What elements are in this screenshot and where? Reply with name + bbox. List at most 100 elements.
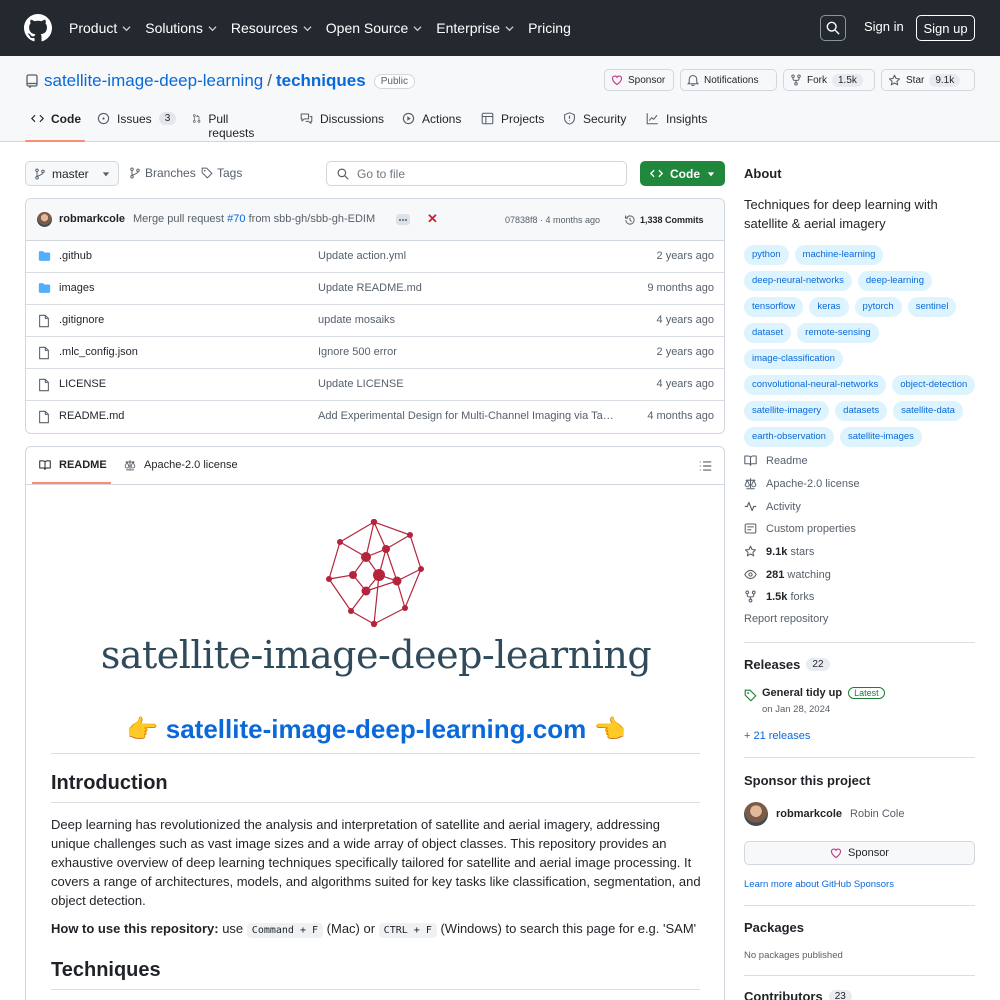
website-link-text[interactable]: satellite-image-deep-learning.com: [166, 714, 586, 744]
table-row[interactable]: .github Update action.yml 2 years ago: [26, 241, 724, 273]
nav-label: Product: [69, 20, 118, 36]
tab-license[interactable]: Apache-2.0 license: [124, 459, 238, 471]
notifications-button[interactable]: Notifications: [680, 69, 777, 91]
chevron-down-icon: [303, 25, 312, 31]
topic-tag[interactable]: remote-sensing: [797, 323, 879, 343]
file-commit-message[interactable]: Add Experimental Design for Multi-Channe…: [318, 410, 618, 422]
nav-pricing[interactable]: Pricing: [528, 20, 571, 36]
tab-actions[interactable]: Actions: [402, 112, 461, 142]
file-name-link[interactable]: images: [59, 282, 94, 294]
law-icon: [744, 478, 757, 490]
repo-name-link[interactable]: techniques: [276, 71, 366, 91]
branch-selector[interactable]: master: [25, 161, 119, 186]
topic-tag[interactable]: convolutional-neural-networks: [744, 375, 887, 395]
avatar[interactable]: [37, 212, 52, 227]
nav-resources[interactable]: Resources: [231, 20, 312, 36]
topic-tag[interactable]: image-classification: [744, 349, 843, 369]
table-row[interactable]: images Update README.md 9 months ago: [26, 273, 724, 305]
topic-tag[interactable]: satellite-images: [839, 427, 922, 447]
outline-menu-icon[interactable]: [699, 460, 712, 472]
sponsor-button[interactable]: Sponsor: [604, 69, 674, 91]
learn-sponsors-link[interactable]: Learn more about GitHub Sponsors: [744, 879, 894, 890]
file-name-link[interactable]: LICENSE: [59, 378, 106, 390]
report-repository-link[interactable]: Report repository: [744, 613, 828, 625]
more-releases-link[interactable]: + 21 releases: [744, 730, 810, 742]
tab-pull-requests[interactable]: Pull requests: [192, 112, 258, 142]
tab-issues[interactable]: Issues 3: [97, 112, 177, 142]
topic-tag[interactable]: datasets: [835, 401, 888, 421]
license-link[interactable]: Apache-2.0 license: [744, 477, 860, 490]
website-link[interactable]: 👉 satellite-image-deep-learning.com 👈: [26, 714, 724, 745]
file-commit-message[interactable]: Ignore 500 error: [318, 346, 618, 358]
expand-commit-button[interactable]: [396, 214, 410, 225]
topic-tag[interactable]: satellite-imagery: [744, 401, 830, 421]
file-commit-message[interactable]: Update action.yml: [318, 250, 618, 262]
commit-message[interactable]: Merge pull request #70 from sbb-gh/sbb-g…: [133, 213, 375, 225]
readme-link[interactable]: Readme: [744, 454, 808, 467]
topic-tag[interactable]: tensorflow: [744, 297, 804, 317]
file-name-link[interactable]: .mlc_config.json: [59, 346, 138, 358]
topic-tag[interactable]: dataset: [744, 323, 792, 343]
table-row[interactable]: README.md Add Experimental Design for Mul…: [26, 401, 724, 433]
stars-link[interactable]: 9.1k stars: [744, 545, 814, 558]
file-name-link[interactable]: .github: [59, 250, 92, 262]
watchers-link[interactable]: 281 watching: [744, 568, 831, 581]
tab-discussions[interactable]: Discussions: [300, 112, 384, 142]
topic-tag[interactable]: earth-observation: [744, 427, 834, 447]
contributors-heading[interactable]: Contributors 23: [744, 989, 852, 1000]
nav-enterprise[interactable]: Enterprise: [436, 20, 514, 36]
commit-pr-link[interactable]: #70: [227, 213, 245, 225]
search-icon: [826, 21, 840, 35]
table-row[interactable]: .mlc_config.json Ignore 500 error 2 years …: [26, 337, 724, 369]
star-button[interactable]: Star 9.1k: [881, 69, 975, 91]
commit-author[interactable]: robmarkcole: [59, 213, 125, 225]
github-logo-icon[interactable]: [24, 14, 52, 42]
table-row[interactable]: LICENSE Update LICENSE 4 years ago: [26, 369, 724, 401]
nav-solutions[interactable]: Solutions: [145, 20, 217, 36]
tags-link[interactable]: Tags: [201, 166, 242, 180]
tab-security[interactable]: Security: [563, 112, 626, 142]
nav-open-source[interactable]: Open Source: [326, 20, 423, 36]
file-commit-message[interactable]: Update README.md: [318, 282, 618, 294]
packages-heading[interactable]: Packages: [744, 920, 804, 935]
topic-tag[interactable]: python: [744, 245, 789, 265]
custom-properties-link[interactable]: Custom properties: [744, 522, 856, 535]
file-name-link[interactable]: .gitignore: [59, 314, 104, 326]
topic-tag[interactable]: keras: [809, 297, 849, 317]
file-name-link[interactable]: README.md: [59, 410, 124, 422]
tab-code[interactable]: Code: [31, 112, 81, 142]
sponsor-user[interactable]: robmarkcole Robin Cole: [744, 802, 904, 826]
topic-tag[interactable]: machine-learning: [794, 245, 884, 265]
file-commit-message[interactable]: update mosaiks: [318, 314, 618, 326]
branches-link[interactable]: Branches: [129, 166, 196, 180]
releases-heading[interactable]: Releases 22: [744, 657, 830, 672]
tab-insights[interactable]: Insights: [646, 112, 707, 142]
file-commit-message[interactable]: Update LICENSE: [318, 378, 618, 390]
code-dropdown-button[interactable]: Code: [640, 161, 725, 186]
topic-tag[interactable]: pytorch: [854, 297, 902, 317]
activity-link[interactable]: Activity: [744, 500, 801, 513]
commits-history-link[interactable]: 1,338 Commits: [624, 214, 704, 226]
search-button[interactable]: [820, 15, 846, 41]
topic-tag[interactable]: satellite-data: [893, 401, 963, 421]
commit-hash[interactable]: 07838f8 · 4 months ago: [505, 215, 600, 225]
sign-up-button[interactable]: Sign up: [916, 15, 975, 41]
repo-owner-link[interactable]: satellite-image-deep-learning: [44, 71, 263, 91]
watching-count: 281: [766, 568, 785, 581]
topic-tag[interactable]: deep-learning: [857, 271, 932, 291]
tab-projects[interactable]: Projects: [481, 112, 544, 142]
tab-readme[interactable]: README: [39, 459, 107, 471]
topic-tag[interactable]: sentinel: [907, 297, 957, 317]
commit-message-prefix: Merge pull request: [133, 213, 225, 225]
topic-tag[interactable]: object-detection: [892, 375, 976, 395]
about-heading: About: [744, 166, 782, 181]
topic-tag[interactable]: deep-neural-networks: [744, 271, 852, 291]
sponsor-project-button[interactable]: Sponsor: [744, 841, 975, 865]
sign-in-link[interactable]: Sign in: [864, 19, 904, 34]
go-to-file-input[interactable]: Go to file: [326, 161, 627, 186]
failed-check-icon[interactable]: ✕: [427, 211, 438, 227]
forks-link[interactable]: 1.5k forks: [744, 590, 814, 603]
nav-product[interactable]: Product: [69, 20, 131, 36]
table-row[interactable]: .gitignore update mosaiks 4 years ago: [26, 305, 724, 337]
fork-button[interactable]: Fork 1.5k: [783, 69, 875, 91]
